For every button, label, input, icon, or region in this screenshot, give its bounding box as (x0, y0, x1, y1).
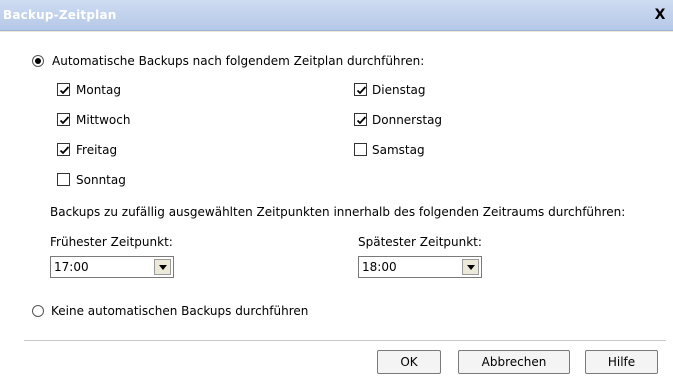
check-icon (59, 146, 70, 155)
schedule-radio[interactable] (32, 55, 44, 67)
check-icon (356, 86, 367, 95)
no-backup-radio[interactable] (32, 305, 44, 317)
latest-time-value: 18:00 (362, 260, 397, 274)
latest-dropdown-button[interactable] (462, 259, 479, 275)
checkbox-sonntag[interactable] (57, 173, 70, 186)
latest-time-label: Spätester Zeitpunkt: (358, 235, 482, 249)
schedule-radio-label[interactable]: Automatische Backups nach folgendem Zeit… (52, 54, 424, 68)
checkbox-freitag-label[interactable]: Freitag (76, 143, 117, 157)
title-bar[interactable]: Backup-Zeitplan X (0, 0, 673, 31)
check-icon (59, 116, 70, 125)
earliest-time-label: Frühester Zeitpunkt: (50, 235, 173, 249)
check-icon (59, 86, 70, 95)
checkbox-montag-label[interactable]: Montag (76, 83, 121, 97)
window-title: Backup-Zeitplan (3, 8, 117, 22)
earliest-dropdown-button[interactable] (154, 259, 171, 275)
close-button[interactable]: X (652, 8, 668, 24)
separator (24, 340, 666, 341)
checkbox-freitag[interactable] (57, 143, 70, 156)
checkbox-sonntag-label[interactable]: Sonntag (76, 173, 126, 187)
help-button[interactable]: Hilfe (585, 350, 658, 374)
latest-time-select[interactable]: 18:00 (358, 256, 482, 278)
earliest-time-value: 17:00 (54, 260, 89, 274)
chevron-down-icon (467, 265, 475, 270)
ok-button[interactable]: OK (377, 350, 441, 374)
no-backup-radio-label[interactable]: Keine automatischen Backups durchführen (51, 304, 308, 318)
random-time-description: Backups zu zufällig ausgewählten Zeitpun… (50, 205, 626, 219)
backup-schedule-dialog: Backup-Zeitplan X Automatische Backups n… (0, 0, 673, 383)
checkbox-mittwoch-label[interactable]: Mittwoch (76, 113, 130, 127)
checkbox-donnerstag-label[interactable]: Donnerstag (372, 113, 442, 127)
checkbox-donnerstag[interactable] (354, 113, 367, 126)
checkbox-dienstag[interactable] (354, 83, 367, 96)
check-icon (356, 116, 367, 125)
cancel-button[interactable]: Abbrechen (458, 350, 570, 374)
checkbox-samstag-label[interactable]: Samstag (372, 143, 425, 157)
checkbox-dienstag-label[interactable]: Dienstag (372, 83, 426, 97)
dialog-body: Automatische Backups nach folgendem Zeit… (0, 32, 673, 383)
checkbox-montag[interactable] (57, 83, 70, 96)
checkbox-mittwoch[interactable] (57, 113, 70, 126)
earliest-time-select[interactable]: 17:00 (50, 256, 174, 278)
checkbox-samstag[interactable] (354, 143, 367, 156)
chevron-down-icon (159, 265, 167, 270)
